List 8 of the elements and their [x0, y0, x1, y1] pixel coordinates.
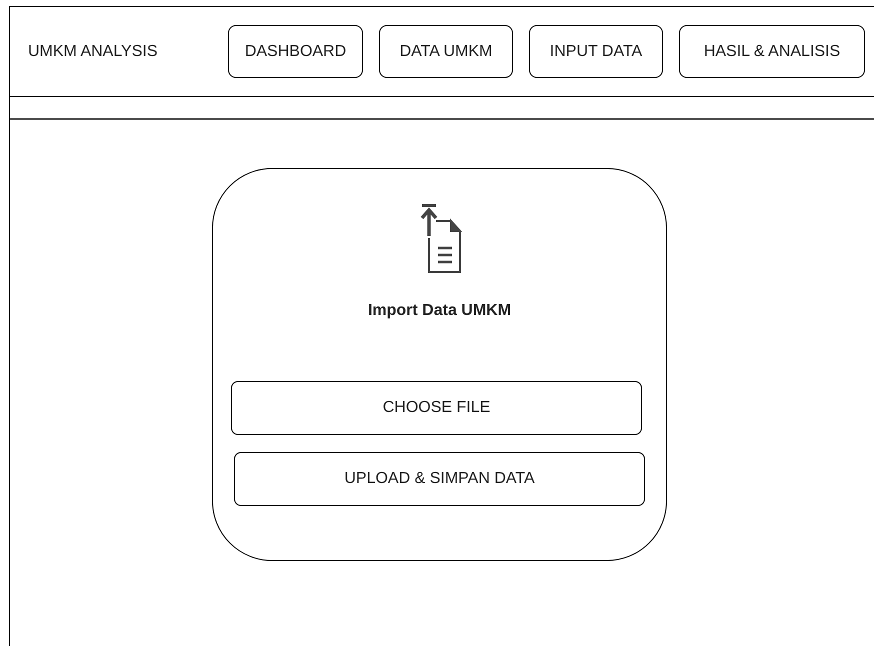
app-title: UMKM ANALYSIS	[28, 42, 159, 62]
nav-button[interactable]: DATA UMKM	[379, 25, 513, 78]
choose-file-button[interactable]: CHOOSE FILE	[231, 381, 642, 435]
upload-button[interactable]: UPLOAD & SIMPAN DATA	[234, 452, 645, 506]
nav-button[interactable]: HASIL & ANALISIS	[679, 25, 865, 78]
nav-button[interactable]: DASHBOARD	[228, 25, 363, 78]
nav-button[interactable]: INPUT DATA	[529, 25, 663, 78]
card-title: Import Data UMKM	[368, 301, 512, 321]
